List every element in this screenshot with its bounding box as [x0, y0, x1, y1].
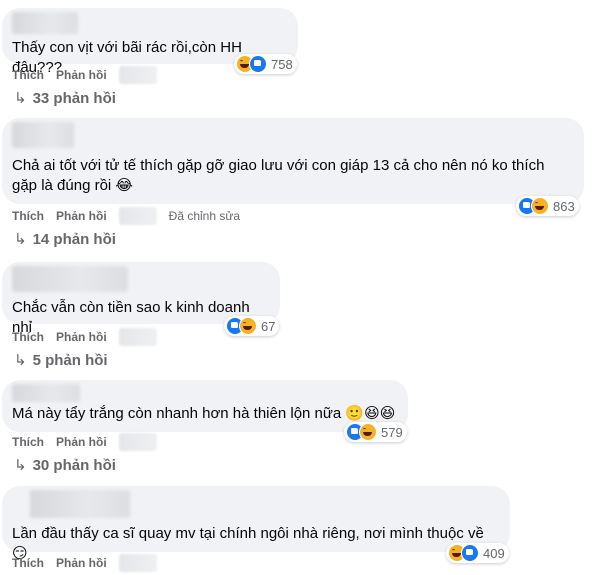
reaction-summary[interactable]: 758 — [234, 54, 297, 74]
replies-count: 5 phản hồi — [32, 352, 108, 369]
timestamp-blurred[interactable] — [118, 554, 157, 572]
view-replies-link[interactable]: ↳ 33 phản hồi — [14, 89, 116, 107]
like-icon — [461, 544, 479, 562]
haha-icon — [239, 317, 257, 335]
comment-bubble: Chả ai tốt với tử tế thích gặp gỡ giao l… — [2, 118, 584, 204]
author-name-blurred[interactable] — [12, 266, 128, 292]
reply-button[interactable]: Phản hồi — [56, 209, 107, 223]
reaction-summary[interactable]: 409 — [446, 543, 509, 563]
view-replies-link[interactable]: ↳ 14 phản hồi — [14, 230, 116, 248]
reaction-summary[interactable]: 579 — [344, 422, 407, 442]
comment-bubble: Lần đầu thấy ca sĩ quay mv tại chính ngô… — [2, 486, 510, 562]
edited-label: Đã chỉnh sửa — [168, 209, 241, 223]
reaction-count: 67 — [261, 318, 276, 334]
comment-actions: Thích Phản hồi Đã chỉnh sửa — [12, 207, 240, 225]
view-replies-link[interactable]: ↳ 5 phản hồi — [14, 351, 108, 369]
comment-actions: Thích Phản hồi — [12, 433, 169, 451]
reply-button[interactable]: Phản hồi — [56, 556, 107, 570]
reply-arrow-icon: ↳ — [14, 90, 27, 107]
timestamp-blurred[interactable] — [118, 66, 157, 84]
reaction-summary[interactable]: 863 — [516, 196, 579, 216]
reaction-count: 409 — [483, 545, 505, 561]
comment-text: Má này tẩy trắng còn nhanh hơn hà thiên … — [12, 405, 396, 422]
like-button[interactable]: Thích — [12, 68, 44, 82]
view-replies-link[interactable]: ↳ 30 phản hồi — [14, 456, 116, 474]
like-icon — [249, 55, 267, 73]
reaction-count: 579 — [381, 424, 403, 440]
replies-count: 33 phản hồi — [32, 90, 116, 107]
timestamp-blurred[interactable] — [118, 207, 157, 225]
reply-arrow-icon: ↳ — [14, 457, 27, 474]
like-button[interactable]: Thích — [12, 435, 44, 449]
author-name-blurred[interactable] — [12, 12, 78, 34]
like-button[interactable]: Thích — [12, 330, 44, 344]
author-name-blurred[interactable] — [12, 384, 80, 402]
author-name-blurred[interactable] — [12, 122, 74, 148]
replies-count: 30 phản hồi — [32, 457, 116, 474]
reply-button[interactable]: Phản hồi — [56, 68, 107, 82]
timestamp-blurred[interactable] — [118, 328, 157, 346]
like-button[interactable]: Thích — [12, 209, 44, 223]
reply-arrow-icon: ↳ — [14, 231, 27, 248]
replies-count: 14 phản hồi — [32, 231, 116, 248]
like-button[interactable]: Thích — [12, 556, 44, 570]
reply-button[interactable]: Phản hồi — [56, 435, 107, 449]
reaction-summary[interactable]: 67 — [224, 316, 280, 336]
comment-text: Chả ai tốt với tử tế thích gặp gỡ giao l… — [12, 157, 545, 194]
reaction-count: 863 — [553, 198, 575, 214]
comment-bubble: Chắc vẫn còn tiền sao k kinh doanh nhỉ — [2, 262, 280, 336]
timestamp-blurred[interactable] — [118, 433, 157, 451]
author-name-blurred[interactable] — [30, 490, 130, 518]
reaction-count: 758 — [271, 56, 293, 72]
haha-icon — [359, 423, 377, 441]
comment-actions: Thích Phản hồi — [12, 66, 169, 84]
comment-actions: Thích Phản hồi — [12, 554, 169, 572]
reply-arrow-icon: ↳ — [14, 352, 27, 369]
comment-actions: Thích Phản hồi — [12, 328, 169, 346]
haha-icon — [531, 197, 549, 215]
reply-button[interactable]: Phản hồi — [56, 330, 107, 344]
